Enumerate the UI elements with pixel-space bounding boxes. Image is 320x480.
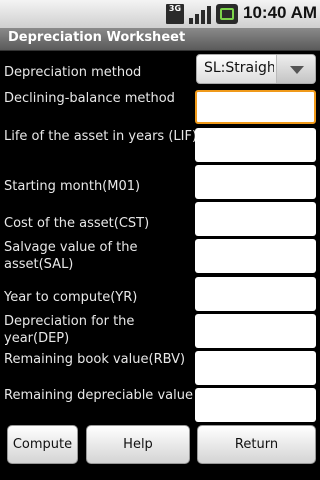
salvage-input[interactable] (195, 239, 316, 273)
battery-icon (216, 4, 238, 24)
method-selected-value: SL:Straight Line (204, 60, 274, 76)
declining-balance-label: Declining-balance method (4, 91, 175, 106)
network-3g-icon: 3G (166, 4, 184, 24)
method-label: Depreciation method (4, 65, 142, 80)
method-spinner[interactable]: SL:Straight Line (196, 54, 316, 84)
depreciation-input[interactable] (195, 314, 316, 348)
clock: 10:40 AM (243, 3, 318, 22)
cost-label: Cost of the asset(CST) (4, 216, 150, 231)
title-bar: Depreciation Worksheet (0, 28, 320, 51)
starting-month-input[interactable] (195, 165, 316, 199)
book-value-label: Remaining book value(RBV) (4, 352, 186, 367)
signal-strength-icon (189, 4, 211, 24)
salvage-label-line2: asset(SAL) (4, 257, 74, 272)
year-input[interactable] (195, 277, 316, 311)
life-label: Life of the asset in years (LIF) (4, 129, 198, 144)
depreciable-value-input[interactable] (195, 388, 316, 422)
depreciation-label-line2: year(DEP) (4, 331, 70, 346)
depreciable-value-label: Remaining depreciable value (4, 388, 193, 403)
cost-input[interactable] (195, 202, 316, 236)
page-title: Depreciation Worksheet (8, 30, 186, 45)
compute-button[interactable]: Compute (7, 425, 78, 464)
declining-balance-input[interactable] (195, 90, 316, 124)
chevron-down-icon[interactable] (276, 55, 315, 83)
status-bar: 3G 10:40 AM (0, 0, 320, 28)
return-button[interactable]: Return (197, 425, 316, 464)
book-value-input[interactable] (195, 351, 316, 385)
help-button[interactable]: Help (86, 425, 190, 464)
salvage-label-line1: Salvage value of the (4, 240, 138, 255)
year-label: Year to compute(YR) (4, 290, 138, 305)
starting-month-label: Starting month(M01) (4, 179, 141, 194)
depreciation-label-line1: Depreciation for the (4, 314, 135, 329)
life-input[interactable] (195, 128, 316, 162)
